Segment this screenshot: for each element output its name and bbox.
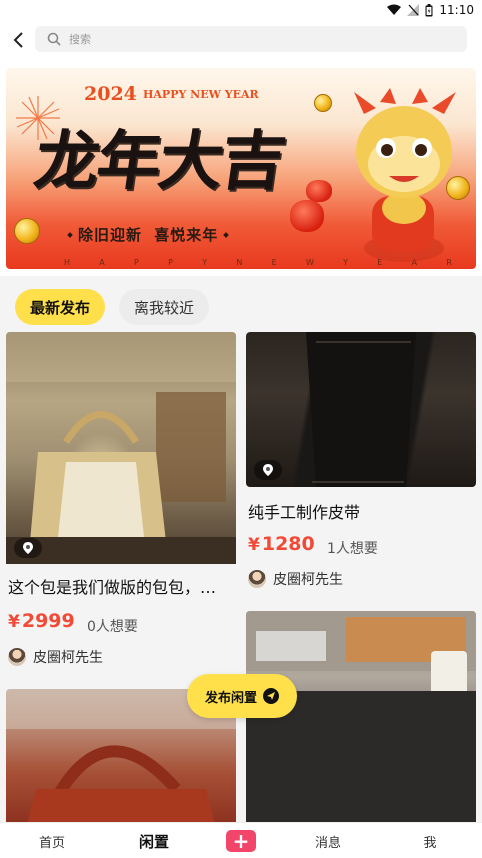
handbag-image	[6, 332, 236, 564]
banner-letter: H	[64, 258, 73, 267]
seller-name: 皮圈柯先生	[273, 572, 343, 588]
lantern-icon	[290, 200, 324, 232]
banner-happy-new-year: HAPPY NEW YEAR	[143, 88, 259, 101]
nav-plus[interactable]: +	[226, 823, 256, 858]
slogan-dot	[223, 232, 230, 238]
price-value: 2999	[21, 610, 75, 632]
banner-letter: W	[305, 258, 316, 267]
product-feed: 这个包是我们做版的包包，… ¥2999 0人想要 皮圈柯先生 纯手工制作皮带 ¥…	[0, 332, 482, 822]
banner-year: 2024	[84, 83, 137, 105]
tab-nearby[interactable]: 离我较近	[119, 289, 209, 325]
plus-icon: +	[226, 830, 256, 852]
slogan-right: 喜悦来年	[154, 226, 219, 244]
dragon-mascot-icon	[354, 88, 456, 262]
banner-letter: Y	[202, 258, 210, 267]
lantern-icon	[306, 180, 332, 202]
banner-letter: P	[168, 258, 175, 267]
bottom-nav: 首页 闲置 + 消息 我	[0, 822, 482, 858]
publish-label: 发布闲置	[204, 690, 257, 706]
price-value: 1280	[261, 533, 315, 555]
send-icon	[263, 688, 279, 704]
publish-idle-button[interactable]: 发布闲置	[187, 674, 297, 718]
seller-info[interactable]: 皮圈柯先生	[8, 647, 103, 667]
product-price: ¥2999	[8, 610, 75, 632]
price-symbol: ¥	[8, 612, 20, 632]
banner-slogan: 除旧迎新 喜悦来年	[62, 224, 234, 245]
gold-coin-icon	[14, 218, 40, 244]
seller-info[interactable]: 皮圈柯先生	[248, 569, 343, 589]
banner-letter: A	[99, 258, 107, 267]
app-screen: 11:10 搜索 2024 H A P P Y NEW YEAR 龙年大吉 除旧迎新 喜…	[0, 0, 482, 858]
wants-count: 1人想要	[327, 541, 378, 557]
banner-letter: E	[271, 258, 279, 267]
seller-avatar	[8, 648, 26, 666]
nav-messages[interactable]: 消息	[300, 823, 356, 858]
status-bar: 11:10	[0, 0, 482, 22]
seller-name: 皮圈柯先生	[33, 650, 103, 666]
product-card[interactable]: 纯手工制作皮带 ¥1280 1人想要 皮圈柯先生	[246, 332, 476, 602]
nav-idle[interactable]: 闲置	[122, 823, 186, 858]
product-title: 这个包是我们做版的包包，…	[8, 578, 217, 597]
location-pin-icon	[254, 460, 282, 480]
gold-coin-icon	[314, 94, 332, 112]
banner-letter: P	[134, 258, 141, 267]
feed-tabs: 最新发布 离我较近	[0, 276, 482, 332]
tab-latest[interactable]: 最新发布	[15, 289, 105, 325]
product-card[interactable]: 这个包是我们做版的包包，… ¥2999 0人想要 皮圈柯先生	[6, 332, 236, 682]
status-icons: 11:10	[387, 3, 474, 17]
header: 搜索	[0, 22, 482, 60]
promo-banner[interactable]: 2024 HAPPY NEW YEAR 龙年大吉 除旧迎新 喜悦来年 H A P…	[6, 68, 476, 269]
seller-avatar	[248, 570, 266, 588]
banner-section: 2024 HAPPY NEW YEAR 龙年大吉 除旧迎新 喜悦来年 H A P…	[0, 60, 482, 276]
search-input[interactable]: 搜索	[35, 26, 467, 52]
price-symbol: ¥	[248, 535, 260, 555]
wants-count: 0人想要	[87, 619, 138, 635]
back-button[interactable]	[6, 26, 32, 54]
product-title: 纯手工制作皮带	[248, 503, 361, 522]
search-placeholder: 搜索	[69, 33, 91, 46]
product-photo	[6, 332, 236, 564]
nav-me[interactable]: 我	[400, 823, 460, 858]
search-icon	[47, 32, 61, 46]
slogan-dot	[67, 232, 73, 238]
back-arrow-icon	[13, 32, 23, 48]
battery-icon	[425, 3, 433, 17]
location-pin-icon	[14, 538, 42, 558]
nav-home[interactable]: 首页	[22, 823, 82, 858]
banner-calligraphy: 龙年大吉	[29, 124, 289, 199]
sim-icon	[407, 4, 420, 16]
clock: 11:10	[439, 3, 474, 17]
slogan-left: 除旧迎新	[78, 226, 143, 244]
wifi-icon	[387, 4, 402, 16]
banner-letter: N	[236, 258, 245, 267]
product-price: ¥1280	[248, 533, 315, 555]
